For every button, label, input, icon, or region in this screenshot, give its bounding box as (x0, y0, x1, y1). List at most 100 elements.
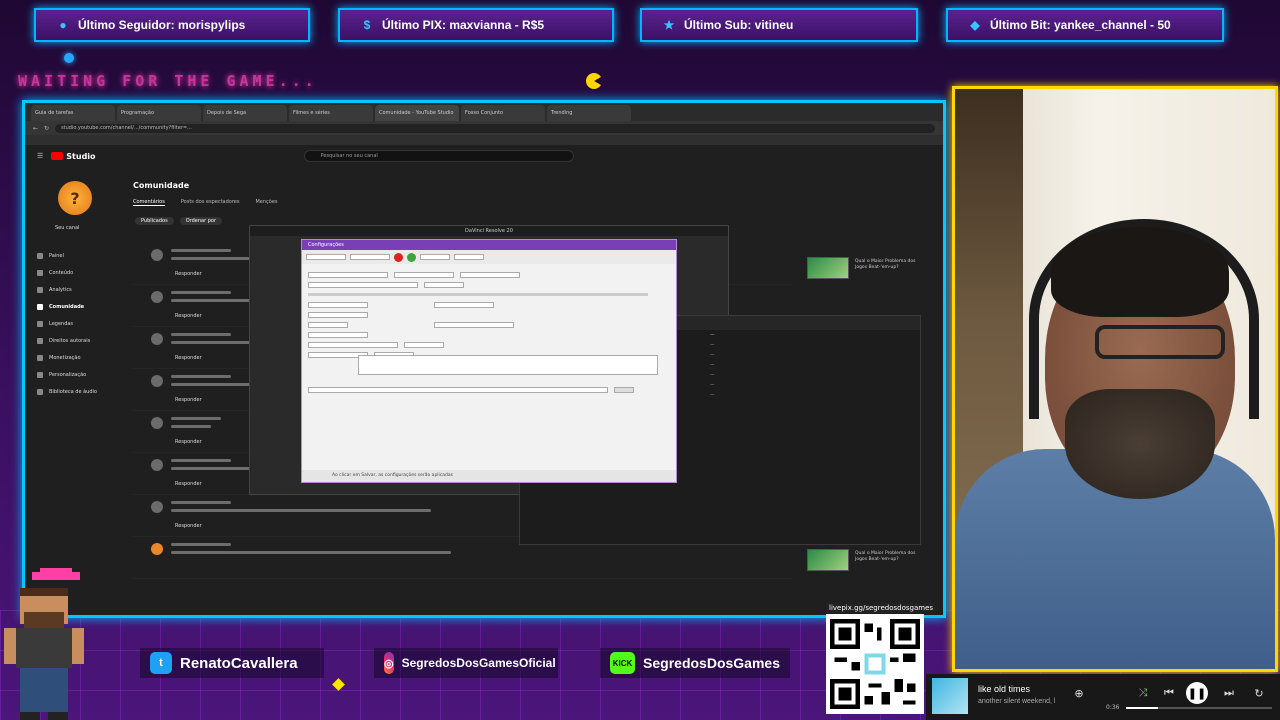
browser-tab[interactable]: Depois de Sega (203, 105, 287, 121)
yt-studio-label: Studio (66, 151, 96, 161)
browser-tab-active[interactable]: Comunidade - YouTube Studio (375, 105, 459, 121)
yt-studio-logo[interactable]: Studio (51, 151, 96, 161)
alert-last-follower: ● Último Seguidor: morispylips (34, 8, 310, 42)
qr-code (826, 614, 924, 714)
video-thumbnail[interactable] (807, 549, 849, 571)
search-input[interactable]: Pesquisar no seu canal (303, 150, 574, 162)
twitter-handle: RenatoCavallera (180, 654, 298, 672)
music-player: like old times another silent weekend, l… (926, 674, 1280, 720)
person-hair (1051, 227, 1229, 317)
url-bar[interactable]: studio.youtube.com/channel/.../community… (55, 123, 935, 133)
social-twitter: t RenatoCavallera (140, 648, 324, 678)
alert-last-bit: ◆ Último Bit: yankee_channel - 50 (946, 8, 1224, 42)
menu-icon[interactable]: ☰ (37, 152, 43, 160)
sidebar-item-copyright[interactable]: Direitos autorais (37, 332, 97, 349)
channel-sidebar: ? Seu canal Painel Conteúdo Analytics Co… (25, 167, 125, 615)
qr-label: livepix.gg/segredosdosgames (826, 603, 937, 613)
next-icon[interactable]: ⏭ (1218, 682, 1240, 704)
sidebar-item-monetization[interactable]: Monetização (37, 349, 97, 366)
page-title: Comunidade (133, 181, 190, 190)
social-instagram: ◎ SegredosDosGamesOficial (374, 648, 558, 678)
previous-icon[interactable]: ⏮ (1158, 682, 1180, 704)
social-kick: KICK SegredosDosGames (600, 648, 790, 678)
browser-tab[interactable]: Trending (547, 105, 631, 121)
sidebar-item-community[interactable]: Comunidade (37, 298, 97, 315)
avatar (151, 375, 163, 387)
reply-button[interactable]: Responder (175, 271, 202, 277)
avatar (151, 291, 163, 303)
alert-last-sub-text: Último Sub: vitineu (684, 18, 794, 32)
sidebar-item-customization[interactable]: Personalização (37, 366, 97, 383)
video-thumbnail-title: Qual o Maior Problema dos Jogos Beat-'em… (855, 259, 916, 270)
bookmarks-bar (25, 135, 943, 145)
dashboard-icon (37, 252, 43, 259)
sort-by[interactable]: Ordenar por (179, 217, 223, 225)
browser-tab[interactable]: Guia de tarefas (31, 105, 115, 121)
address-row: ← ↻ studio.youtube.com/channel/.../commu… (25, 121, 943, 135)
dialog-toolbar (302, 250, 676, 264)
community-icon (37, 303, 43, 310)
blue-orb-decoration (64, 53, 74, 63)
song-title: like old times (978, 684, 1031, 694)
sidebar-item-audio-library[interactable]: Biblioteca de áudio (37, 383, 97, 400)
sidebar-item-dashboard[interactable]: Painel (37, 247, 97, 264)
alert-last-pix: $ Último PIX: maxvianna - R$5 (338, 8, 614, 42)
side-menu: Painel Conteúdo Analytics Comunidade Leg… (37, 247, 97, 400)
progress-fill (1126, 707, 1159, 709)
channel-avatar[interactable]: ? (58, 181, 92, 215)
community-subtabs: Comentários Posts dos espectadores Mençõ… (133, 199, 278, 206)
qr-code-graphic (830, 619, 920, 709)
audio-library-icon (37, 388, 43, 395)
browser-tab[interactable]: Filmes e séries (289, 105, 373, 121)
reply-button[interactable]: Responder (175, 481, 202, 487)
kick-handle: SegredosDosGames (643, 655, 780, 671)
reply-button[interactable]: Responder (175, 439, 202, 445)
customization-icon (37, 371, 43, 378)
instagram-icon: ◎ (384, 652, 394, 674)
waiting-for-game-text: WAITING FOR THE GAME... (18, 72, 318, 90)
yt-studio-header: ☰ Studio Pesquisar no seu canal (25, 145, 943, 167)
avatar (151, 249, 163, 261)
browser-tab[interactable]: Programação (117, 105, 201, 121)
tab-viewer-posts[interactable]: Posts dos espectadores (181, 199, 240, 206)
record-icon[interactable] (394, 252, 403, 262)
tab-mentions[interactable]: Menções (255, 199, 277, 206)
avatar (151, 417, 163, 429)
video-thumbnail-title: Qual o Maior Problema dos Jogos Beat-'em… (855, 551, 916, 562)
browser-tab[interactable]: Fosso Conjunto (461, 105, 545, 121)
tab-comments[interactable]: Comentários (133, 199, 165, 206)
twitter-icon: t (150, 652, 172, 674)
pause-button[interactable]: ❚❚ (1186, 682, 1208, 704)
youtube-play-icon (51, 152, 64, 160)
diamond-icon: ◆ (970, 18, 980, 32)
reload-icon[interactable]: ↻ (44, 125, 49, 132)
reply-button[interactable]: Responder (175, 355, 202, 361)
person-beard (1065, 389, 1215, 499)
alert-last-bit-text: Último Bit: yankee_channel - 50 (990, 18, 1171, 32)
pixel-character (4, 568, 84, 720)
back-icon[interactable]: ← (33, 125, 38, 132)
reply-button[interactable]: Responder (175, 313, 202, 319)
content-icon (37, 269, 43, 276)
alert-last-sub: ★ Último Sub: vitineu (640, 8, 918, 42)
analytics-icon (37, 286, 43, 293)
video-thumbnail[interactable] (807, 257, 849, 279)
avatar (151, 501, 163, 513)
sidebar-item-subtitles[interactable]: Legendas (37, 315, 97, 332)
progress-bar[interactable] (1126, 707, 1272, 709)
add-icon[interactable]: ⊕ (1068, 682, 1090, 704)
subtitles-icon (37, 320, 43, 327)
sidebar-item-analytics[interactable]: Analytics (37, 281, 97, 298)
album-art (932, 678, 968, 714)
repeat-icon[interactable]: ↻ (1248, 682, 1270, 704)
user-icon: ● (59, 18, 67, 32)
shuffle-icon[interactable]: ⤨ (1132, 682, 1154, 704)
reply-button[interactable]: Responder (175, 397, 202, 403)
kick-icon: KICK (610, 652, 636, 674)
reply-button[interactable]: Responder (175, 523, 202, 529)
sidebar-item-content[interactable]: Conteúdo (37, 264, 97, 281)
play-icon[interactable] (407, 252, 416, 262)
dialog-footer: Ao clicar em Salvar, as configurações se… (302, 470, 676, 482)
copyright-icon (37, 337, 43, 344)
filter-published[interactable]: Publicados (135, 217, 174, 225)
